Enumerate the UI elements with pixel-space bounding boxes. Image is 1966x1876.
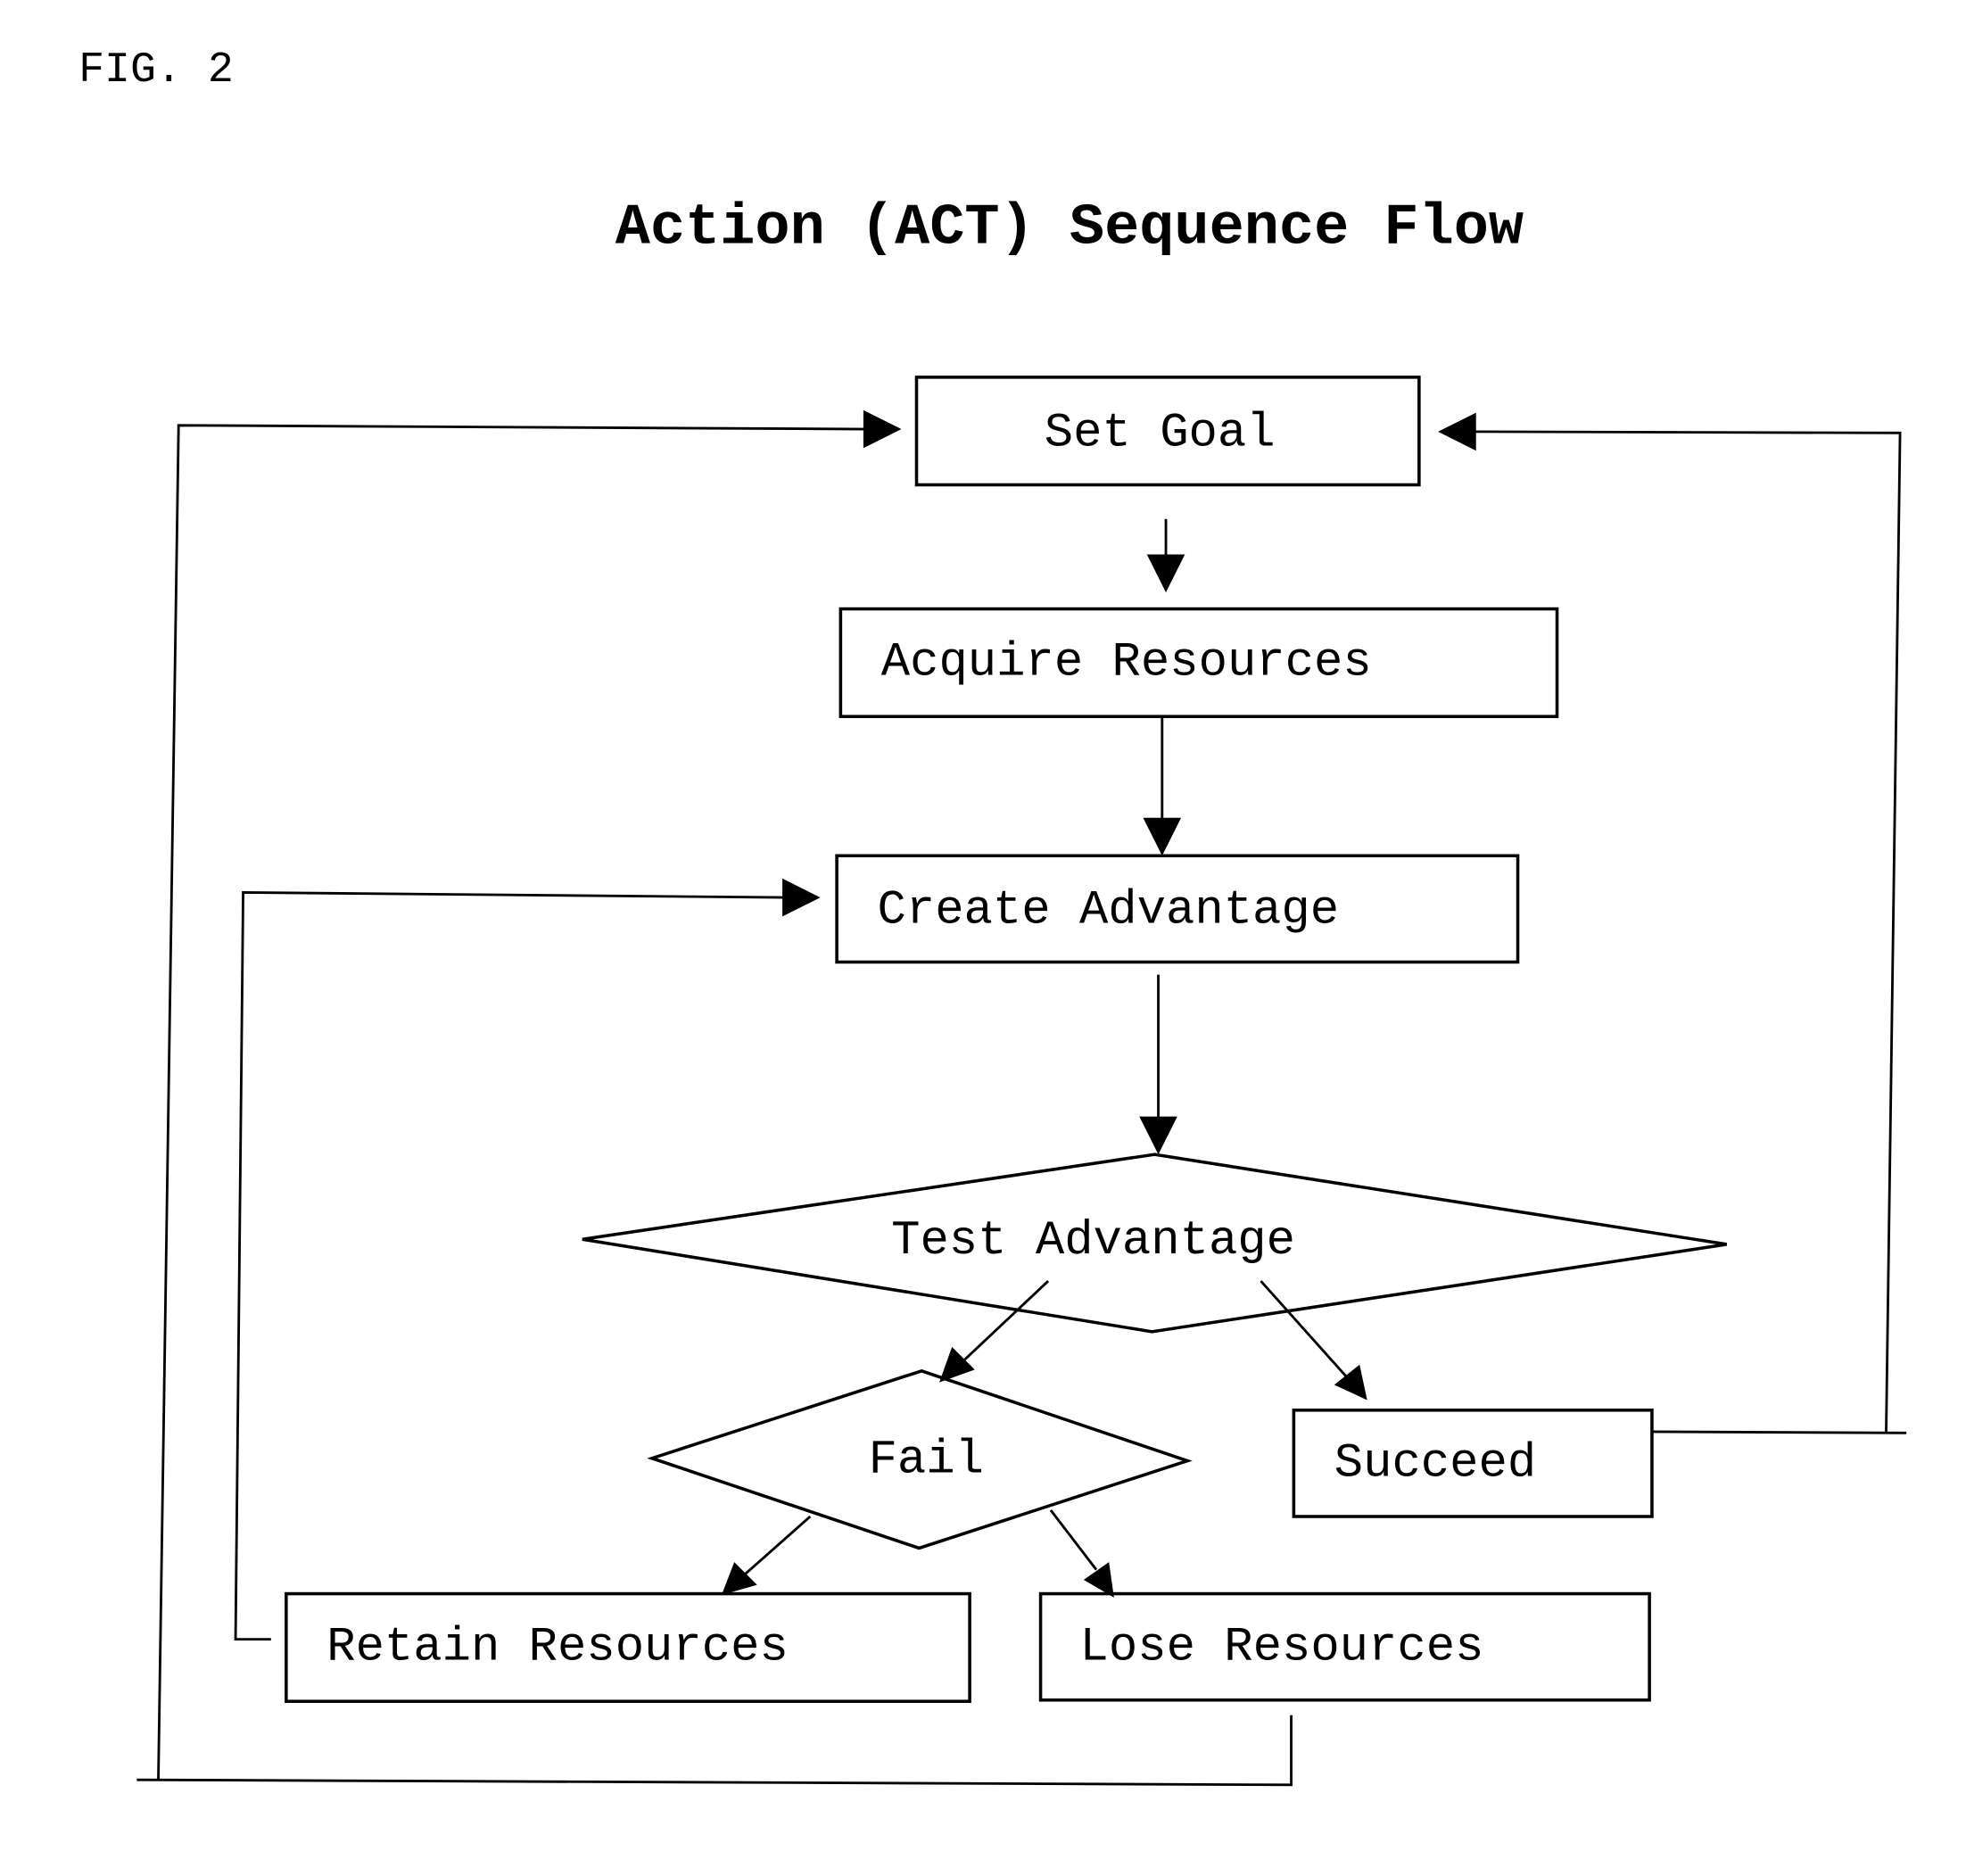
edge-create-to-test	[1139, 974, 1177, 1155]
arrowhead-icon	[782, 878, 821, 917]
node-retain-resources-label: Retain Resources	[326, 1620, 789, 1674]
arrowhead-icon	[863, 409, 902, 449]
node-fail-label: Fail	[869, 1433, 984, 1487]
edge-fail-to-retain	[721, 1515, 812, 1595]
arrowhead-icon	[1139, 1116, 1177, 1155]
node-fail: Fail	[647, 1368, 1193, 1550]
node-acquire-resources-label: Acquire Resources	[881, 635, 1372, 690]
node-create-advantage: Create Advantage	[835, 854, 1520, 964]
node-create-advantage-label: Create Advantage	[878, 883, 1340, 938]
node-succeed-label: Succeed	[1334, 1437, 1536, 1492]
figure-label: FIG. 2	[78, 46, 234, 95]
edge-set-goal-to-acquire	[1146, 518, 1185, 593]
node-succeed: Succeed	[1292, 1409, 1654, 1518]
diagram-title: Action (ACT) Sequence Flow	[615, 194, 1524, 260]
node-set-goal: Set Goal	[914, 376, 1421, 487]
arrowhead-icon	[1146, 554, 1185, 593]
flowchart: FIG. 2 Action (ACT) Sequence Flow Set Go…	[78, 46, 1907, 1787]
node-lose-resources: Lose Resources	[1038, 1591, 1651, 1702]
node-set-goal-label: Set Goal	[1045, 406, 1276, 460]
edge-acquire-to-create	[1143, 716, 1182, 856]
edge-fail-to-lose	[1049, 1509, 1114, 1598]
node-test-advantage: Test Advantage	[582, 1153, 1727, 1334]
node-acquire-resources: Acquire Resources	[838, 607, 1559, 718]
node-retain-resources: Retain Resources	[285, 1591, 971, 1703]
arrowhead-icon	[939, 1346, 975, 1383]
arrowhead-icon	[1438, 412, 1476, 451]
node-lose-resources-label: Lose Resources	[1080, 1620, 1484, 1674]
arrowhead-icon	[1143, 817, 1182, 856]
node-test-advantage-label: Test Advantage	[891, 1214, 1295, 1269]
